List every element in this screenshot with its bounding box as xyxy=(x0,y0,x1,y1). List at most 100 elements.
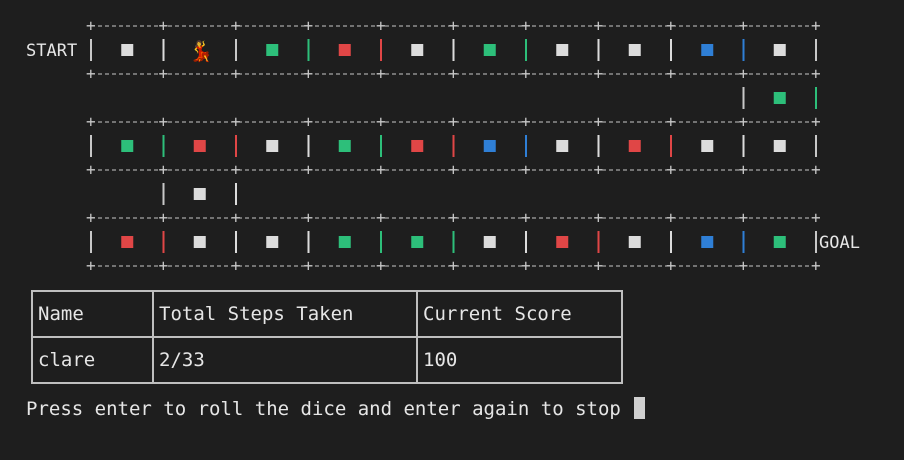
board-cell-red xyxy=(338,44,351,56)
board-cell-blue xyxy=(483,140,496,152)
board-corner: + xyxy=(304,112,314,131)
board-cell-white xyxy=(773,140,786,152)
board-cell-white xyxy=(701,140,714,152)
board-cell-blue xyxy=(701,236,714,248)
player-stats-table: Name Total Steps Taken Current Score cla… xyxy=(31,290,623,384)
board-cell-white xyxy=(266,140,279,152)
board-cell-white xyxy=(483,236,496,248)
board-cell-white xyxy=(266,236,279,248)
board-corner: + xyxy=(231,208,241,227)
board-corner: + xyxy=(521,208,531,227)
board-corner: + xyxy=(304,256,314,275)
player-name: clare xyxy=(31,336,154,384)
board-corner: + xyxy=(739,160,749,179)
board-cell-green xyxy=(338,140,351,152)
roll-prompt: Press enter to roll the dice and enter a… xyxy=(26,397,646,420)
board-corner: + xyxy=(449,208,459,227)
board-corner: + xyxy=(304,64,314,83)
board-corner: + xyxy=(86,208,96,227)
board-corner: + xyxy=(739,208,749,227)
board-cell-white xyxy=(121,44,134,56)
steps-header: Total Steps Taken xyxy=(152,290,418,338)
board-corner: + xyxy=(376,112,386,131)
board-corner: + xyxy=(304,208,314,227)
board-corner: + xyxy=(739,256,749,275)
board-corner: + xyxy=(666,64,676,83)
board-cell-green xyxy=(266,44,279,56)
board-cell-blue xyxy=(701,44,714,56)
board-cell-green xyxy=(773,92,786,104)
board-corner: + xyxy=(449,16,459,35)
board-corner: + xyxy=(231,16,241,35)
board-corner: + xyxy=(304,16,314,35)
board-corner: + xyxy=(811,208,821,227)
board-corner: + xyxy=(811,256,821,275)
text-cursor[interactable] xyxy=(634,397,646,419)
board-corner: + xyxy=(594,64,604,83)
board-corner: + xyxy=(594,208,604,227)
steps-taken: 2/33 xyxy=(152,336,418,384)
board-corner: + xyxy=(86,64,96,83)
board-corner: + xyxy=(594,112,604,131)
current-score: 100 xyxy=(416,336,623,384)
board-corner: + xyxy=(449,112,459,131)
board-corner: + xyxy=(449,64,459,83)
board-corner: + xyxy=(594,16,604,35)
board-corner: + xyxy=(449,160,459,179)
board-corner: + xyxy=(159,16,169,35)
board-corner: + xyxy=(811,16,821,35)
board-corner: + xyxy=(521,112,531,131)
board-corner: + xyxy=(86,16,96,35)
board-cell-white xyxy=(628,44,641,56)
board-cell-red xyxy=(628,140,641,152)
start-label: START xyxy=(26,41,77,61)
board-corner: + xyxy=(811,112,821,131)
board-corner: + xyxy=(666,256,676,275)
board-cell-white xyxy=(628,236,641,248)
board-corner: + xyxy=(666,16,676,35)
score-header: Current Score xyxy=(416,290,623,338)
board-corner: + xyxy=(304,160,314,179)
board-corner: + xyxy=(376,256,386,275)
board-cell-red xyxy=(411,140,424,152)
board-cell-green xyxy=(411,236,424,248)
board-corner: + xyxy=(231,256,241,275)
board-corner: + xyxy=(376,160,386,179)
board-corner: + xyxy=(86,160,96,179)
board-corner: + xyxy=(159,160,169,179)
board-corner: + xyxy=(376,16,386,35)
board-cell-white xyxy=(193,188,206,200)
board-corner: + xyxy=(521,16,531,35)
table-header-row: Name Total Steps Taken Current Score xyxy=(31,290,623,338)
board-cell-green xyxy=(773,236,786,248)
board-cell-green xyxy=(483,44,496,56)
board-corner: + xyxy=(739,112,749,131)
board-cell-white xyxy=(773,44,786,56)
board-cell-red xyxy=(556,236,569,248)
board-corner: + xyxy=(811,160,821,179)
board-corner: + xyxy=(739,64,749,83)
board-corner: + xyxy=(159,112,169,131)
board-corner: + xyxy=(376,64,386,83)
board-cell-white xyxy=(556,44,569,56)
board-corner: + xyxy=(739,16,749,35)
board-corner: + xyxy=(594,256,604,275)
board-cell-green xyxy=(338,236,351,248)
board-corner: + xyxy=(376,208,386,227)
board-corner: + xyxy=(231,160,241,179)
board-corner: + xyxy=(666,112,676,131)
player-token-icon: 💃 xyxy=(189,39,214,63)
board-corner: + xyxy=(594,160,604,179)
board-corner: + xyxy=(231,64,241,83)
board-cell-white xyxy=(556,140,569,152)
board-cell-white xyxy=(411,44,424,56)
goal-label: GOAL xyxy=(819,233,860,253)
board-corner: + xyxy=(666,160,676,179)
table-row: clare 2/33 100 xyxy=(31,336,623,384)
name-header: Name xyxy=(31,290,154,338)
board-corner: + xyxy=(159,208,169,227)
board-corner: + xyxy=(811,64,821,83)
board-corner: + xyxy=(159,64,169,83)
board-corner: + xyxy=(159,256,169,275)
board-corner: + xyxy=(231,112,241,131)
